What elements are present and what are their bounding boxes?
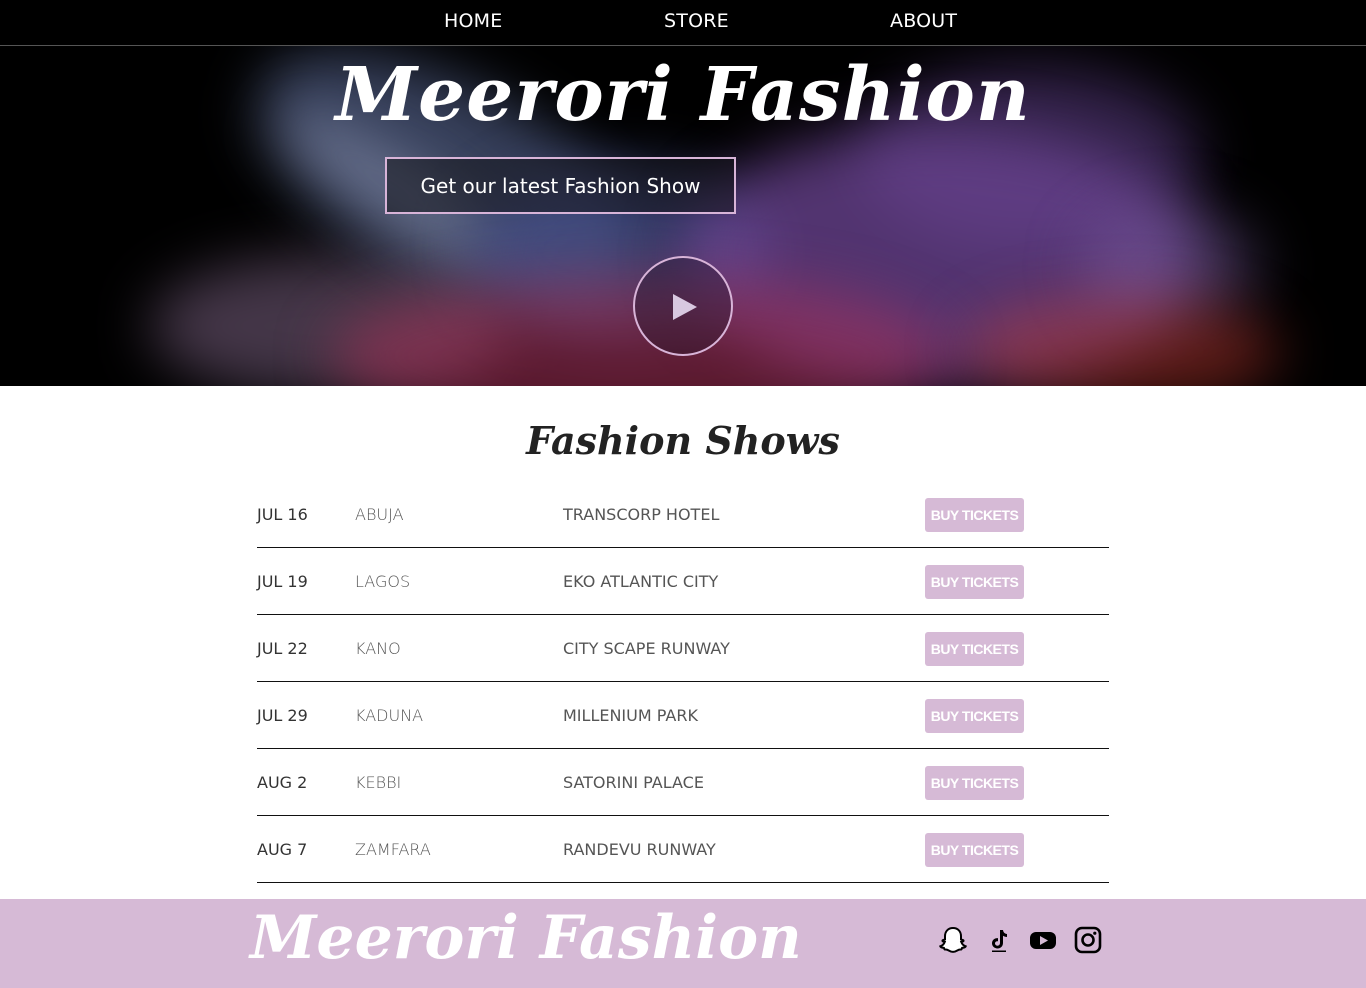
show-row: AUG 2 KEBBI SATORINI PALACE BUY TICKETS	[257, 749, 1109, 816]
buy-tickets-button[interactable]: BUY TICKETS	[925, 498, 1024, 532]
show-date: JUL 16	[257, 505, 308, 524]
footer-logo-text: Meerori Fashion	[250, 903, 802, 973]
snapchat-icon[interactable]	[938, 925, 968, 955]
nav-home-link[interactable]: HOME	[444, 10, 502, 32]
nav-about-link[interactable]: ABOUT	[890, 10, 957, 32]
show-date: JUL 22	[257, 639, 308, 658]
show-city: KANO	[355, 639, 401, 658]
shows-list: JUL 16 ABUJA TRANSCORP HOTEL BUY TICKETS…	[257, 481, 1109, 883]
hero-banner: Meerori Fashion Get our latest Fashion S…	[0, 46, 1366, 386]
show-city: KEBBI	[355, 773, 402, 792]
section-title: Fashion Shows	[526, 418, 840, 463]
show-venue: CITY SCAPE RUNWAY	[563, 639, 730, 658]
show-venue: EKO ATLANTIC CITY	[563, 572, 719, 591]
tiktok-icon[interactable]	[984, 925, 1014, 955]
show-city: ABUJA	[355, 505, 404, 524]
latest-show-button[interactable]: Get our latest Fashion Show	[385, 157, 736, 214]
hero-title: Meerori Fashion	[335, 52, 1031, 138]
show-date: JUL 29	[257, 706, 308, 725]
show-city: ZAMFARA	[355, 840, 431, 859]
show-venue: MILLENIUM PARK	[563, 706, 698, 725]
show-row: JUL 19 LAGOS EKO ATLANTIC CITY BUY TICKE…	[257, 548, 1109, 615]
youtube-icon[interactable]	[1028, 925, 1058, 955]
show-row: AUG 7 ZAMFARA RANDEVU RUNWAY BUY TICKETS	[257, 816, 1109, 883]
play-video-button[interactable]	[633, 256, 733, 356]
buy-tickets-button[interactable]: BUY TICKETS	[925, 699, 1024, 733]
show-date: JUL 19	[257, 572, 308, 591]
show-date: AUG 2	[257, 773, 308, 792]
instagram-icon[interactable]	[1073, 925, 1103, 955]
nav-store-link[interactable]: STORE	[664, 10, 729, 32]
show-date: AUG 7	[257, 840, 308, 859]
show-venue: SATORINI PALACE	[563, 773, 704, 792]
buy-tickets-button[interactable]: BUY TICKETS	[925, 632, 1024, 666]
show-venue: TRANSCORP HOTEL	[563, 505, 720, 524]
show-row: JUL 29 KADUNA MILLENIUM PARK BUY TICKETS	[257, 682, 1109, 749]
top-nav: HOME STORE ABOUT	[0, 0, 1366, 46]
buy-tickets-button[interactable]: BUY TICKETS	[925, 565, 1024, 599]
show-venue: RANDEVU RUNWAY	[563, 840, 716, 859]
show-city: LAGOS	[355, 572, 411, 591]
footer: Meerori Fashion	[0, 899, 1366, 988]
show-row: JUL 16 ABUJA TRANSCORP HOTEL BUY TICKETS	[257, 481, 1109, 548]
play-icon	[673, 294, 697, 320]
buy-tickets-button[interactable]: BUY TICKETS	[925, 766, 1024, 800]
show-row: JUL 22 KANO CITY SCAPE RUNWAY BUY TICKET…	[257, 615, 1109, 682]
buy-tickets-button[interactable]: BUY TICKETS	[925, 833, 1024, 867]
show-city: KADUNA	[355, 706, 424, 725]
